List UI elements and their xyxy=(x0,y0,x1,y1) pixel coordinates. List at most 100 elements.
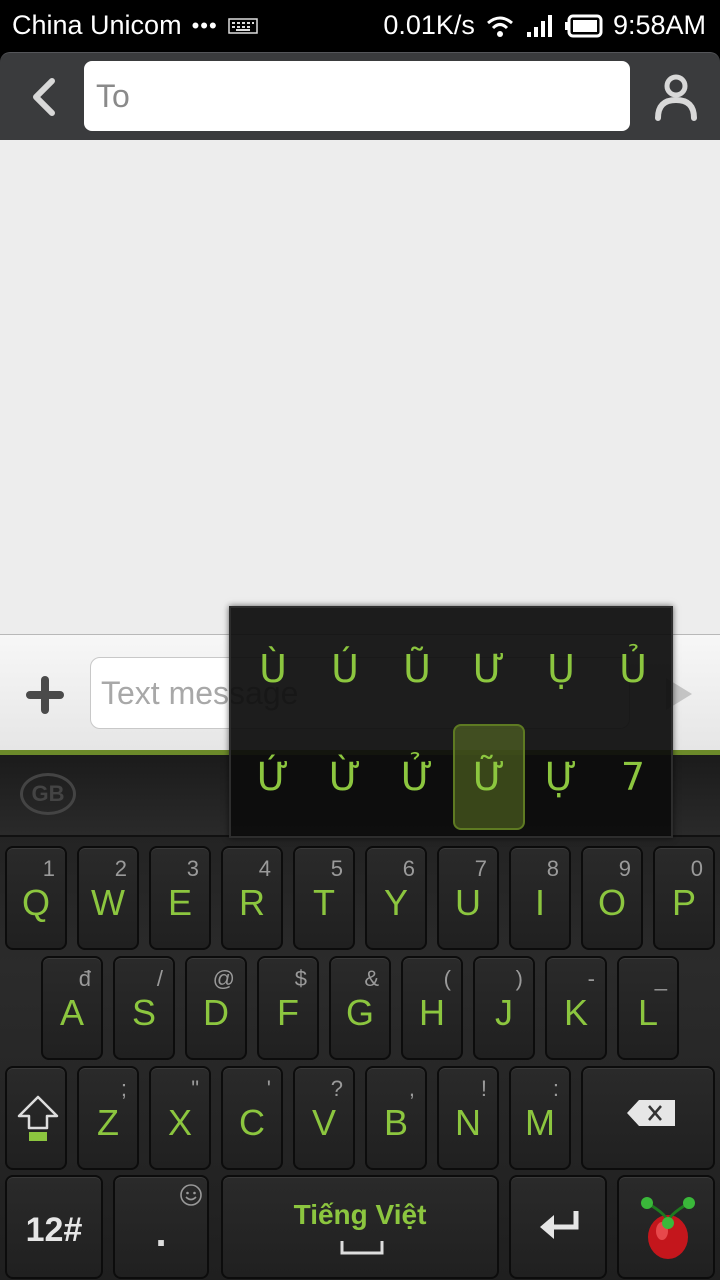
key-l[interactable]: _ L xyxy=(617,956,679,1060)
key-hint: ; xyxy=(120,1076,127,1101)
key-label: N xyxy=(455,1102,481,1143)
key-m[interactable]: :M xyxy=(509,1066,571,1170)
key-label: P xyxy=(671,882,696,923)
key-hint: ? xyxy=(330,1076,343,1101)
key-o[interactable]: 9O xyxy=(581,846,643,950)
key-hint: ' xyxy=(266,1076,271,1101)
accent-option[interactable]: Ứ xyxy=(237,724,309,830)
key-h[interactable]: (H xyxy=(401,956,463,1060)
key-label: I xyxy=(534,882,545,923)
key-u[interactable]: 7U xyxy=(437,846,499,950)
key-label: L xyxy=(637,992,659,1033)
key-hint: @ xyxy=(212,966,235,991)
key-v[interactable]: ? V xyxy=(293,1066,355,1170)
key-x[interactable]: " X xyxy=(149,1066,211,1170)
key-g[interactable]: & G xyxy=(329,956,391,1060)
accent-option[interactable]: Ủ xyxy=(597,616,669,722)
key-hint: _ xyxy=(654,966,667,991)
accent-option[interactable]: Ũ xyxy=(381,616,453,722)
key-hint: 1 xyxy=(42,856,55,881)
space-key[interactable]: Tiếng Việt xyxy=(221,1175,499,1279)
key-b[interactable]: ,B xyxy=(365,1066,427,1170)
accent-option[interactable]: Ụ xyxy=(525,616,597,722)
key-hint: 7 xyxy=(474,856,487,881)
backspace-key[interactable] xyxy=(581,1066,715,1170)
key-hint: $ xyxy=(294,966,307,991)
key-hint: ) xyxy=(515,966,523,991)
key-t[interactable]: 5T xyxy=(293,846,355,950)
period-key-label: . xyxy=(155,1211,167,1255)
key-j[interactable]: ) J xyxy=(473,956,535,1060)
key-label: D xyxy=(203,992,229,1033)
key-a[interactable]: đA xyxy=(41,956,103,1060)
accent-option[interactable]: Ử xyxy=(381,724,453,830)
smiley-icon xyxy=(180,1184,202,1206)
key-hint: 0 xyxy=(690,856,703,881)
accent-option[interactable]: Ự xyxy=(525,724,597,830)
enter-icon xyxy=(540,1211,579,1239)
key-c[interactable]: ' C xyxy=(221,1066,283,1170)
key-label: V xyxy=(311,1102,336,1143)
signal-icon xyxy=(526,14,552,37)
add-contact-button[interactable] xyxy=(648,67,704,127)
language-label: Tiếng Việt xyxy=(293,1199,427,1230)
key-hint: 6 xyxy=(402,856,415,881)
key-label: H xyxy=(419,992,445,1033)
shift-key[interactable] xyxy=(5,1066,67,1170)
key-hint: : xyxy=(552,1076,559,1101)
back-button[interactable] xyxy=(20,71,68,123)
key-w[interactable]: 2W xyxy=(77,846,139,950)
key-label: Z xyxy=(97,1102,119,1143)
battery-icon xyxy=(564,14,603,37)
notification-dots: ••• xyxy=(191,12,218,38)
key-label: K xyxy=(563,992,588,1033)
key-hint: ! xyxy=(480,1076,487,1101)
key-e[interactable]: 3E xyxy=(149,846,211,950)
key-s[interactable]: / S xyxy=(113,956,175,1060)
accent-option[interactable]: Ú xyxy=(309,616,381,722)
carrier-name: China Unicom xyxy=(12,10,182,40)
key-label: T xyxy=(313,882,335,923)
key-label: B xyxy=(383,1102,408,1143)
key-hint: 8 xyxy=(546,856,559,881)
compose-header xyxy=(0,52,720,140)
accent-option[interactable]: Ù xyxy=(237,616,309,722)
accent-option[interactable]: 7 xyxy=(597,724,669,830)
key-n[interactable]: ! N xyxy=(437,1066,499,1170)
period-key[interactable]: . xyxy=(113,1175,209,1279)
key-d[interactable]: @ D xyxy=(185,956,247,1060)
key-label: Q xyxy=(21,882,50,923)
key-k[interactable]: -K xyxy=(545,956,607,1060)
gb-logo-icon[interactable]: GB xyxy=(20,773,76,815)
key-z[interactable]: ; Z xyxy=(77,1066,139,1170)
key-hint: 4 xyxy=(258,856,271,881)
key-hint: 2 xyxy=(114,856,127,881)
key-label: F xyxy=(277,992,299,1033)
key-hint: 3 xyxy=(186,856,199,881)
keyboard-logo-key[interactable] xyxy=(617,1175,715,1279)
key-label: Y xyxy=(383,882,408,923)
key-label: X xyxy=(167,1102,192,1143)
key-hint: & xyxy=(364,966,379,991)
key-q[interactable]: 1Q xyxy=(5,846,67,950)
key-hint: / xyxy=(156,966,163,991)
key-label: C xyxy=(239,1102,265,1143)
key-r[interactable]: 4R xyxy=(221,846,283,950)
key-hint: ( xyxy=(443,966,451,991)
accent-option-selected[interactable]: Ữ xyxy=(453,724,525,830)
key-y[interactable]: 6Y xyxy=(365,846,427,950)
key-f[interactable]: $ F xyxy=(257,956,319,1060)
key-label: G xyxy=(345,992,374,1033)
shift-icon xyxy=(17,1095,59,1141)
plus-icon xyxy=(26,676,64,714)
accent-option[interactable]: Ư xyxy=(453,616,525,722)
key-label: A xyxy=(59,992,84,1033)
recipient-input[interactable] xyxy=(84,61,630,131)
key-i[interactable]: 8I xyxy=(509,846,571,950)
accent-option[interactable]: Ừ xyxy=(309,724,381,830)
key-p[interactable]: 0P xyxy=(653,846,715,950)
space-bar-icon xyxy=(340,1241,384,1255)
attach-button[interactable] xyxy=(20,671,70,719)
enter-key[interactable] xyxy=(509,1175,607,1279)
symbols-key[interactable]: 12# xyxy=(5,1175,103,1279)
